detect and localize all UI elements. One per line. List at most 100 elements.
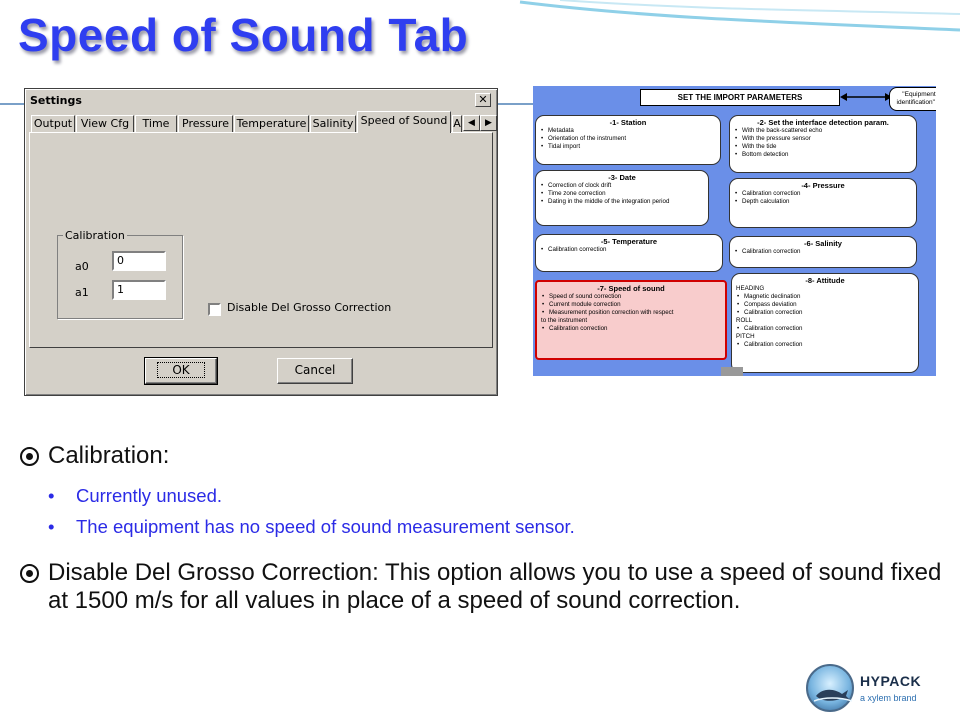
flow-box-item: Calibration correction <box>541 325 721 333</box>
flow-box-title: -5- Temperature <box>600 237 658 246</box>
flow-box-item: Correction of clock drift <box>540 182 704 190</box>
flow-box-item: Calibration correction <box>736 325 914 333</box>
flow-box-item: Depth calculation <box>734 198 912 206</box>
flow-box-item: Time zone correction <box>540 190 704 198</box>
target-bullet-icon <box>20 447 39 466</box>
flow-box-salinity: -6- Salinity Calibration correction <box>729 236 917 268</box>
flow-box-item: Compass deviation <box>736 301 914 309</box>
tab-strip: Output View Cfg Time Pressure Temperatur… <box>29 111 497 133</box>
slide-body: Calibration: Currently unused. The equip… <box>18 442 948 615</box>
tab-salinity[interactable]: Salinity <box>310 115 356 133</box>
flow-box-item: PITCH <box>736 333 755 340</box>
flow-box-speed-of-sound: -7- Speed of sound Speed of sound correc… <box>535 280 727 360</box>
flow-box-station: -1- Station MetadataOrientation of the i… <box>535 115 721 165</box>
flow-box-items: Calibration correction <box>540 246 718 254</box>
flow-box-item: Orientation of the instrument <box>540 135 716 143</box>
whale-icon <box>814 689 852 702</box>
flow-box-items: Calibration correctionDepth calculation <box>734 190 912 206</box>
a0-field[interactable]: 0 <box>112 251 166 271</box>
flow-box-item: Calibration correction <box>540 246 718 254</box>
flow-box-title: -7- Speed of sound <box>597 284 665 293</box>
flowchart-header: SET THE IMPORT PARAMETERS <box>640 89 840 106</box>
flow-box-items: HEADINGMagnetic declinationCompass devia… <box>736 285 914 349</box>
cancel-button[interactable]: Cancel <box>277 358 353 384</box>
sub-bullet: The equipment has no speed of sound meas… <box>18 511 948 542</box>
flow-box-item: With the back-scattered echo <box>734 127 912 135</box>
arrow-left-icon: ◀ <box>468 118 475 128</box>
flow-box-item: ROLL <box>736 317 753 324</box>
dialog-title: Settings <box>30 94 82 107</box>
flow-box-item: Dating in the middle of the integration … <box>540 198 704 206</box>
flow-box-items: Speed of sound correctionCurrent module … <box>541 293 721 333</box>
flow-box-item: Speed of sound correction <box>541 293 721 301</box>
flow-box-interface-detection: -2- Set the interface detection param. W… <box>729 115 917 173</box>
flow-box-item: Calibration correction <box>736 341 914 349</box>
flow-box-title: -3- Date <box>608 173 636 182</box>
flow-box-items: Calibration correction <box>734 248 912 256</box>
dialog-titlebar[interactable]: Settings ✕ <box>27 91 495 110</box>
flow-box-items: With the back-scattered echoWith the pre… <box>734 127 912 159</box>
flow-box-item: Measurement position correction with res… <box>541 309 721 317</box>
a0-label: a0 <box>75 260 89 273</box>
sub-bullet: Currently unused. <box>18 480 948 511</box>
flow-box-title: -1- Station <box>609 118 647 127</box>
disable-correction-text: Disable Del Grosso Correction: This opti… <box>48 559 942 614</box>
flow-box-items: Correction of clock driftTime zone corre… <box>540 182 704 206</box>
tab-temperature[interactable]: Temperature <box>234 115 309 133</box>
close-button[interactable]: ✕ <box>475 93 491 107</box>
flow-box-item: Bottom detection <box>734 151 912 159</box>
tab-overflow[interactable]: A <box>452 115 462 133</box>
flow-box-item: Magnetic declination <box>736 293 914 301</box>
flow-box-title: -2- Set the interface detection param. <box>757 118 889 127</box>
flow-box-items: MetadataOrientation of the instrumentTid… <box>540 127 716 151</box>
tab-scroll-left-button[interactable]: ◀ <box>463 115 480 131</box>
flow-box-item: With the pressure sensor <box>734 135 912 143</box>
disable-correction-bullet: Disable Del Grosso Correction: This opti… <box>18 559 948 615</box>
a1-label: a1 <box>75 286 89 299</box>
flow-box-item: Calibration correction <box>734 190 912 198</box>
tab-time[interactable]: Time <box>135 115 177 133</box>
double-arrow-icon <box>840 93 892 101</box>
disable-del-grosso-label: Disable Del Grosso Correction <box>227 301 392 314</box>
logo-badge <box>806 664 854 712</box>
ok-button[interactable]: OK <box>144 357 218 385</box>
flow-box-item: Metadata <box>540 127 716 135</box>
import-parameters-flowchart: SET THE IMPORT PARAMETERS "Equipment ide… <box>533 86 936 376</box>
logo-name: HYPACK <box>860 673 922 689</box>
calibration-group-label: Calibration <box>63 229 127 242</box>
slide-title: Speed of Sound Tab <box>18 9 469 61</box>
flow-box-date: -3- Date Correction of clock driftTime z… <box>535 170 709 226</box>
calibration-heading: Calibration: <box>48 442 170 469</box>
flow-box-item: With the tide <box>734 143 912 151</box>
tab-output[interactable]: Output <box>31 115 75 133</box>
tab-scroll-right-button[interactable]: ▶ <box>480 115 497 131</box>
tab-speed-of-sound[interactable]: Speed of Sound <box>357 111 451 133</box>
calibration-bullet: Calibration: <box>18 442 948 470</box>
flow-box-pressure: -4- Pressure Calibration correctionDepth… <box>729 178 917 228</box>
flow-box-title: -8- Attitude <box>805 276 845 285</box>
tab-pressure[interactable]: Pressure <box>178 115 233 133</box>
flow-box-attitude: -8- Attitude HEADINGMagnetic declination… <box>731 273 919 373</box>
a1-field[interactable]: 1 <box>112 280 166 300</box>
flow-box-item: to the instrument <box>541 317 588 324</box>
flow-box-title: -4- Pressure <box>801 181 845 190</box>
logo-tagline: a xylem brand <box>860 693 917 703</box>
ok-button-label: OK <box>157 362 205 378</box>
calibration-groupbox <box>57 235 183 319</box>
close-icon: ✕ <box>478 93 488 106</box>
flow-box-item: Calibration correction <box>734 248 912 256</box>
target-bullet-icon <box>20 564 39 583</box>
tab-view-cfg[interactable]: View Cfg <box>76 115 134 133</box>
hypack-logo: HYPACK a xylem brand <box>806 664 946 714</box>
flowchart-note: "Equipment identification" fil <box>889 87 936 111</box>
flow-box-temperature: -5- Temperature Calibration correction <box>535 234 723 272</box>
flowchart-edge-marker <box>721 367 743 376</box>
disable-del-grosso-checkbox[interactable] <box>208 303 221 316</box>
flow-box-item: HEADING <box>736 285 765 292</box>
settings-dialog: Settings ✕ Output View Cfg Time Pressure… <box>24 88 498 396</box>
flow-box-item: Tidal import <box>540 143 716 151</box>
flow-box-title: -6- Salinity <box>804 239 842 248</box>
calibration-sub-list: Currently unused. The equipment has no s… <box>18 480 948 542</box>
arrow-right-icon: ▶ <box>485 118 492 128</box>
flow-box-item: Calibration correction <box>736 309 914 317</box>
